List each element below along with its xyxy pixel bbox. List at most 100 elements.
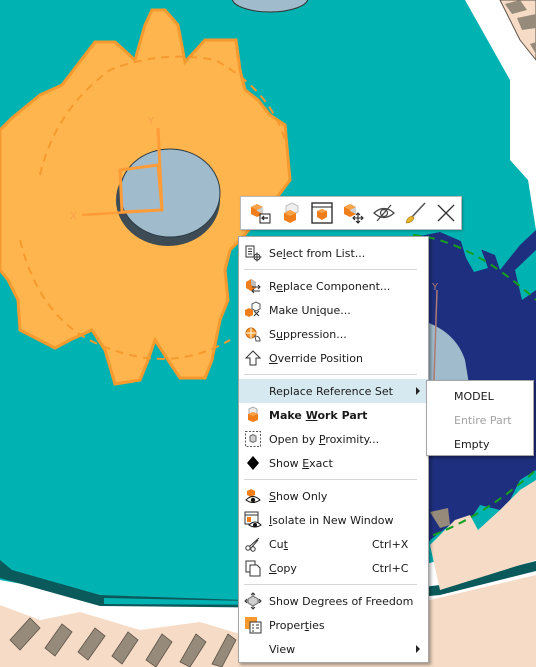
make-work-part-icon [283, 202, 298, 223]
access-key: C [269, 561, 277, 575]
menu-item-label: Isolate in New Window [269, 514, 428, 527]
label-text: how Only [275, 489, 328, 503]
menu-item-show-degrees-of-freedom[interactable]: Show Degrees of Freedom [239, 589, 428, 613]
move-component-button[interactable] [337, 198, 368, 228]
menu-item-show-only[interactable]: Show Only [239, 484, 428, 508]
menu-item-label: Make Work Part [269, 409, 428, 422]
edit-display-button[interactable] [399, 198, 430, 228]
label-text: solate in New Window [272, 513, 394, 527]
menu-item-label: Override Position [269, 352, 428, 365]
menu-item-isolate-in-new-window[interactable]: Isolate in New Window [239, 508, 428, 532]
menu-item-make-work-part[interactable]: Make Work Part [239, 403, 428, 427]
label-text: place Component... [282, 279, 391, 293]
menu-separator [239, 370, 428, 379]
label-text: Show Degrees of Freedom [269, 594, 414, 608]
menu-item-label: Select from List... [269, 247, 428, 260]
make-work-part-icon [244, 406, 262, 424]
separator-line [244, 374, 417, 375]
delete-icon [437, 204, 454, 222]
replace-component-button[interactable] [244, 198, 275, 228]
properties-icon [244, 616, 262, 634]
make-work-part-button[interactable] [275, 198, 306, 228]
menu-item-label: Replace Reference Set [269, 385, 428, 398]
hide-icon [372, 204, 395, 222]
isolate-in-window-button[interactable] [306, 198, 337, 228]
menu-item-copy[interactable]: Copy Ctrl+C [239, 556, 428, 580]
menu-item-view[interactable]: View [239, 637, 428, 661]
quick-action-toolbar [240, 196, 462, 230]
menu-separator [239, 265, 428, 274]
move-component-icon [343, 204, 364, 224]
label-text: Make Un [269, 303, 317, 317]
replace-component-icon [250, 204, 270, 224]
edit-display-brush-icon [405, 202, 426, 224]
menu-item-label: Show Exact [269, 457, 428, 470]
orange-gear-bore [119, 148, 221, 238]
override-position-icon [244, 349, 262, 367]
show-exact-diamond-icon [244, 454, 262, 472]
submenu-arrow-icon [416, 387, 420, 395]
menu-item-replace-reference-set[interactable]: Replace Reference Set [239, 379, 428, 403]
menu-item-replace-component[interactable]: Replace Component... [239, 274, 428, 298]
label-text: xact [309, 456, 333, 470]
menu-item-open-by-proximity[interactable]: Open by Proximity... [239, 427, 428, 451]
label-text: Show [269, 456, 303, 470]
submenu-item-model[interactable]: MODEL [427, 384, 533, 408]
menu-item-override-position[interactable]: Override Position [239, 346, 428, 370]
degrees-of-freedom-icon [244, 592, 262, 610]
make-unique-icon [244, 301, 262, 319]
label-text: Cu [269, 537, 284, 551]
submenu-item-empty[interactable]: Empty [427, 432, 533, 456]
submenu-arrow-icon [416, 645, 420, 653]
context-menu: Select from List... Replace Component... M… [238, 236, 429, 663]
separator-line [244, 584, 417, 585]
isolate-in-window-icon [310, 202, 333, 224]
menu-item-select-from-list[interactable]: Select from List... [239, 241, 428, 265]
menu-separator [239, 580, 428, 589]
axis-label-y2: Y [431, 282, 439, 293]
no-icon [244, 640, 262, 658]
axis-label-y: Y [147, 116, 155, 127]
delete-button[interactable] [430, 198, 461, 228]
menu-item-label: Suppression... [269, 328, 428, 341]
access-key: W [305, 408, 318, 422]
label-text: Se [269, 246, 283, 260]
menu-item-show-exact[interactable]: Show Exact [239, 451, 428, 475]
shortcut-label: Ctrl+C [372, 561, 409, 575]
label-text: View [269, 642, 296, 656]
separator-line [244, 269, 417, 270]
separator-line [244, 479, 417, 480]
menu-item-label: Properties [269, 619, 428, 632]
show-only-icon [244, 487, 262, 505]
menu-item-properties[interactable]: Properties [239, 613, 428, 637]
menu-item-make-unique[interactable]: Make Unique... [239, 298, 428, 322]
no-icon [244, 382, 262, 400]
submenu-item-entire-part: Entire Part [454, 413, 512, 427]
menu-item-label: Show Only [269, 490, 428, 503]
access-key: t [283, 537, 288, 551]
label-text: opy [276, 561, 297, 575]
label-text: Proper [269, 618, 305, 632]
label-text: S [269, 327, 276, 341]
label-text: ies [309, 618, 325, 632]
isolate-window-icon [244, 511, 262, 529]
label-text: roximity... [325, 432, 380, 446]
select-list-icon [244, 244, 262, 262]
menu-item-cut[interactable]: Cut Ctrl+X [239, 532, 428, 556]
menu-item-label: View [269, 643, 428, 656]
label-text: ork Part [317, 408, 368, 422]
access-key: O [269, 351, 278, 365]
hide-button[interactable] [368, 198, 399, 228]
copy-icon [244, 559, 262, 577]
access-key: u [275, 327, 283, 341]
label-text: Replace Reference Set [269, 384, 393, 398]
menu-item-label: Replace Component... [269, 280, 428, 293]
label-text: ect from List... [285, 246, 366, 260]
label-text: que... [319, 303, 351, 317]
menu-item-label: Show Degrees of Freedom [269, 595, 428, 608]
label-text: Open by [269, 432, 319, 446]
access-key: e [276, 279, 283, 293]
axis-label-x: X [70, 211, 77, 222]
menu-item-suppression[interactable]: Suppression... [239, 322, 428, 346]
label-text: ppression... [282, 327, 347, 341]
